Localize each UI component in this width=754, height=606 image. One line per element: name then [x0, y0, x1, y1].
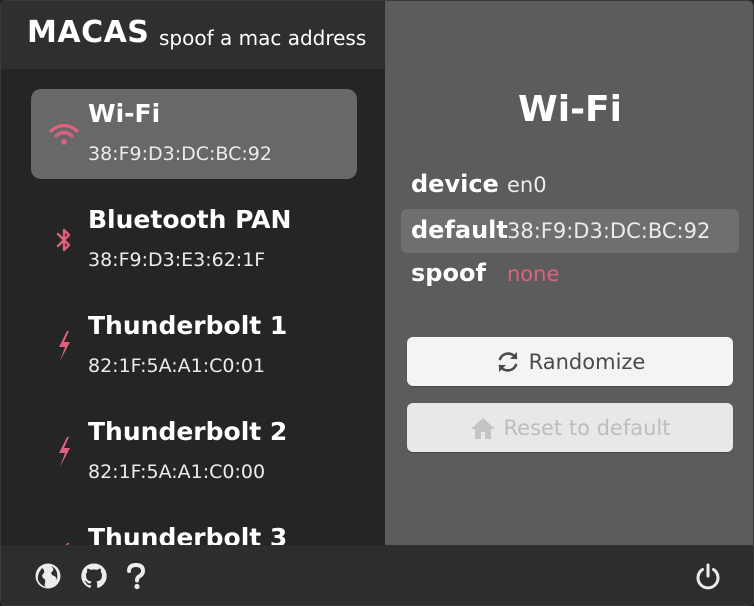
thunderbolt-icon [49, 435, 79, 469]
help-icon[interactable] [121, 561, 151, 591]
interface-name: Bluetooth PAN [88, 205, 292, 234]
interface-name: Wi-Fi [88, 99, 161, 128]
app-subtitle: spoof a mac address [159, 26, 367, 50]
interface-name: Thunderbolt 2 [88, 417, 288, 446]
refresh-icon [495, 349, 521, 375]
interface-mac: 82:1F:5A:A1:C0:01 [88, 355, 266, 377]
interface-item-bluetooth-pan[interactable]: Bluetooth PAN 38:F9:D3:E3:62:1F [31, 195, 357, 285]
power-icon[interactable] [693, 561, 723, 591]
randomize-label: Randomize [528, 349, 646, 374]
interface-name: Thunderbolt 1 [88, 311, 288, 340]
interface-sidebar: MACAS spoof a mac address Wi-Fi 38:F9:D3… [1, 1, 385, 545]
prop-key: default [411, 216, 508, 244]
prop-key: device [411, 170, 499, 198]
interface-item-thunderbolt-3[interactable]: Thunderbolt 3 [31, 513, 357, 545]
prop-key: spoof [411, 259, 486, 287]
prop-value: en0 [507, 173, 547, 197]
globe-icon[interactable] [33, 561, 63, 591]
app-title: MACAS [27, 15, 150, 50]
reset-to-default-button[interactable]: Reset to default [407, 403, 733, 452]
wifi-icon [49, 117, 79, 151]
app-window: MACAS spoof a mac address Wi-Fi 38:F9:D3… [0, 0, 754, 606]
interface-item-thunderbolt-1[interactable]: Thunderbolt 1 82:1F:5A:A1:C0:01 [31, 301, 357, 391]
reset-label: Reset to default [503, 415, 671, 440]
interface-detail-panel: Wi-Fi device en0 default 38:F9:D3:DC:BC:… [385, 1, 753, 545]
prop-value: none [507, 262, 560, 286]
prop-value: 38:F9:D3:DC:BC:92 [507, 219, 711, 243]
prop-row-device: device en0 [401, 163, 739, 207]
interface-mac: 82:1F:5A:A1:C0:00 [88, 461, 266, 483]
home-icon [470, 415, 496, 441]
interface-list: Wi-Fi 38:F9:D3:DC:BC:92 Bluetooth PAN 38… [1, 69, 385, 545]
github-icon[interactable] [79, 561, 109, 591]
interface-item-thunderbolt-2[interactable]: Thunderbolt 2 82:1F:5A:A1:C0:00 [31, 407, 357, 497]
footer-bar [1, 545, 753, 605]
interface-mac: 38:F9:D3:E3:62:1F [88, 249, 266, 271]
interface-name: Thunderbolt 3 [88, 523, 288, 545]
prop-row-default: default 38:F9:D3:DC:BC:92 [401, 209, 739, 253]
prop-row-spoof: spoof none [401, 252, 739, 296]
bluetooth-icon [49, 223, 79, 257]
detail-title: Wi-Fi [518, 89, 622, 130]
app-header: MACAS spoof a mac address [1, 1, 385, 69]
interface-mac: 38:F9:D3:DC:BC:92 [88, 143, 272, 165]
thunderbolt-icon [49, 329, 79, 363]
randomize-button[interactable]: Randomize [407, 337, 733, 386]
interface-item-wifi[interactable]: Wi-Fi 38:F9:D3:DC:BC:92 [31, 89, 357, 179]
